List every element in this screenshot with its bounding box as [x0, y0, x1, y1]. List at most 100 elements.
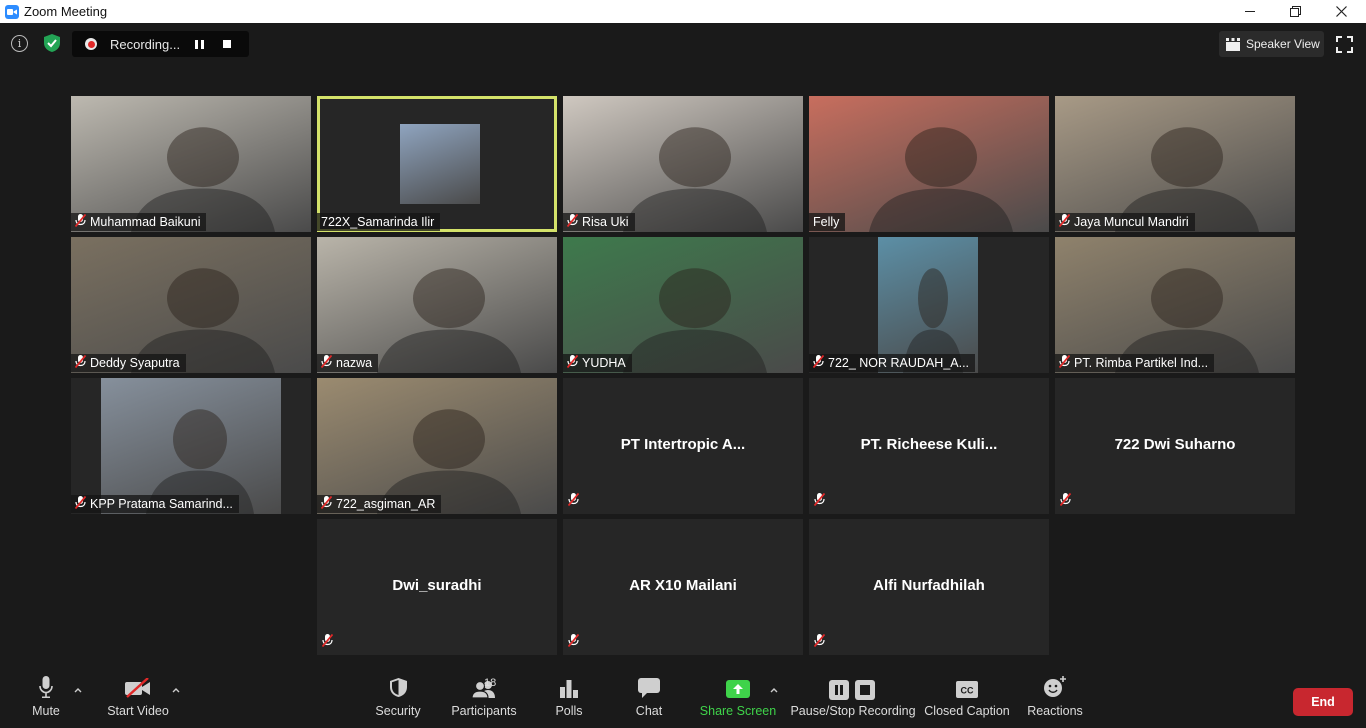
closed-caption-button[interactable]: CC Closed Caption	[924, 668, 1010, 728]
participant-name-label: YUDHA	[563, 354, 632, 372]
participant-name-label: nazwa	[317, 354, 379, 372]
participant-tile[interactable]: PT. Richeese Kuli...	[809, 378, 1049, 514]
participant-name: 722_asgiman_AR	[336, 497, 436, 511]
participant-name: 722_ NOR RAUDAH_A...	[828, 356, 970, 370]
participant-tile[interactable]: 722_asgiman_AR	[317, 378, 557, 514]
meeting-topbar: i Recording... Speaker View	[0, 23, 1366, 65]
maximize-button[interactable]	[1272, 0, 1318, 23]
mute-button[interactable]: Mute	[22, 668, 70, 728]
participant-name: PT Intertropic A...	[620, 436, 746, 453]
reactions-label: Reactions	[1027, 704, 1083, 718]
share-screen-label: Share Screen	[699, 704, 777, 718]
pause-stop-recording-button[interactable]: Pause/Stop Recording	[790, 668, 916, 728]
participant-name-label: Risa Uki	[563, 213, 635, 231]
participant-tile[interactable]: 722X_Samarinda Ilir	[317, 96, 557, 232]
audio-options-chevron-icon[interactable]	[74, 686, 82, 694]
speaker-view-button[interactable]: Speaker View	[1219, 31, 1324, 57]
participant-name: 722 Dwi Suharno	[1114, 436, 1236, 453]
pause-recording-icon[interactable]	[195, 39, 205, 49]
participant-tile[interactable]: KPP Pratama Samarind...	[71, 378, 311, 514]
shield-icon	[389, 678, 407, 697]
participant-tile[interactable]: Jaya Muncul Mandiri	[1055, 96, 1295, 232]
recording-indicator: Recording...	[72, 31, 249, 57]
muted-mic-icon	[74, 354, 87, 371]
share-options-chevron-icon[interactable]	[770, 686, 778, 694]
muted-mic-icon	[74, 495, 87, 512]
mute-label: Mute	[32, 704, 60, 718]
participant-tile[interactable]: Alfi Nurfadhilah	[809, 519, 1049, 655]
muted-mic-icon	[813, 633, 826, 652]
video-options-chevron-icon[interactable]	[172, 686, 180, 694]
minimize-button[interactable]	[1227, 0, 1273, 23]
participant-video	[563, 96, 803, 232]
stop-recording-icon[interactable]	[223, 40, 231, 48]
pause-stop-icon	[829, 680, 875, 700]
participant-name-label: 722_ NOR RAUDAH_A...	[809, 354, 976, 372]
participant-video	[563, 237, 803, 373]
muted-mic-icon	[567, 633, 580, 652]
window-titlebar: Zoom Meeting	[0, 0, 1366, 23]
security-button[interactable]: Security	[372, 668, 424, 728]
reactions-button[interactable]: Reactions	[1026, 668, 1084, 728]
participant-video	[809, 96, 1049, 232]
record-label: Pause/Stop Recording	[790, 704, 916, 718]
muted-mic-icon	[566, 354, 579, 371]
muted-mic-icon	[1058, 354, 1071, 371]
person-silhouette	[903, 268, 963, 373]
participant-tile[interactable]: Risa Uki	[563, 96, 803, 232]
participant-tile[interactable]: Dwi_suradhi	[317, 519, 557, 655]
participant-tile[interactable]: YUDHA	[563, 237, 803, 373]
muted-mic-icon	[566, 213, 579, 230]
participant-name: PT. Richeese Kuli...	[860, 436, 998, 453]
participants-button[interactable]: 18 Participants	[450, 668, 518, 728]
participant-tile[interactable]: nazwa	[317, 237, 557, 373]
reactions-icon	[1044, 676, 1066, 697]
person-silhouette	[623, 127, 767, 232]
participant-tile[interactable]: Muhammad Baikuni	[71, 96, 311, 232]
close-button[interactable]	[1318, 0, 1364, 23]
participant-name-label: 722_asgiman_AR	[317, 495, 442, 513]
participant-tile[interactable]: 722_ NOR RAUDAH_A...	[809, 237, 1049, 373]
participant-name: Jaya Muncul Mandiri	[1074, 215, 1189, 229]
participant-name: Muhammad Baikuni	[90, 215, 201, 229]
person-silhouette	[1115, 127, 1259, 232]
person-silhouette	[131, 127, 275, 232]
participant-name: KPP Pratama Samarind...	[90, 497, 233, 511]
window-title: Zoom Meeting	[24, 4, 108, 19]
person-silhouette	[623, 268, 767, 373]
participant-name-label: 722X_Samarinda Ilir	[317, 213, 441, 231]
end-meeting-button[interactable]: End	[1293, 688, 1353, 716]
security-label: Security	[375, 704, 421, 718]
participant-tile[interactable]: 722 Dwi Suharno	[1055, 378, 1295, 514]
participant-name-label: KPP Pratama Samarind...	[71, 495, 239, 513]
encryption-shield-icon[interactable]	[42, 33, 62, 53]
participant-video	[101, 378, 281, 514]
microphone-icon	[39, 676, 53, 698]
start-video-button[interactable]: Start Video	[104, 668, 172, 728]
cc-glyph: CC	[961, 686, 974, 696]
person-silhouette	[146, 409, 254, 514]
participant-video	[71, 96, 311, 232]
share-screen-button[interactable]: Share Screen	[700, 668, 776, 728]
participant-tile[interactable]: Deddy Syaputra	[71, 237, 311, 373]
video-off-icon	[125, 678, 150, 698]
muted-mic-icon	[812, 354, 825, 371]
info-icon[interactable]: i	[11, 35, 28, 52]
participant-video	[317, 378, 557, 514]
recording-dot-icon	[85, 38, 97, 50]
muted-mic-icon	[1059, 492, 1072, 511]
person-silhouette	[131, 268, 275, 373]
participant-tile[interactable]: Felly	[809, 96, 1049, 232]
polls-button[interactable]: Polls	[549, 668, 589, 728]
recording-label: Recording...	[110, 36, 181, 52]
chat-button[interactable]: Chat	[628, 668, 670, 728]
participant-tile[interactable]: PT. Rimba Partikel Ind...	[1055, 237, 1295, 373]
person-silhouette	[377, 409, 521, 514]
polls-label: Polls	[555, 704, 583, 718]
participant-name-label: Felly	[809, 213, 846, 231]
participant-tile[interactable]: AR X10 Mailani	[563, 519, 803, 655]
fullscreen-icon[interactable]	[1336, 36, 1353, 53]
person-silhouette	[1115, 268, 1259, 373]
participant-tile[interactable]: PT Intertropic A...	[563, 378, 803, 514]
participant-video	[878, 237, 978, 373]
